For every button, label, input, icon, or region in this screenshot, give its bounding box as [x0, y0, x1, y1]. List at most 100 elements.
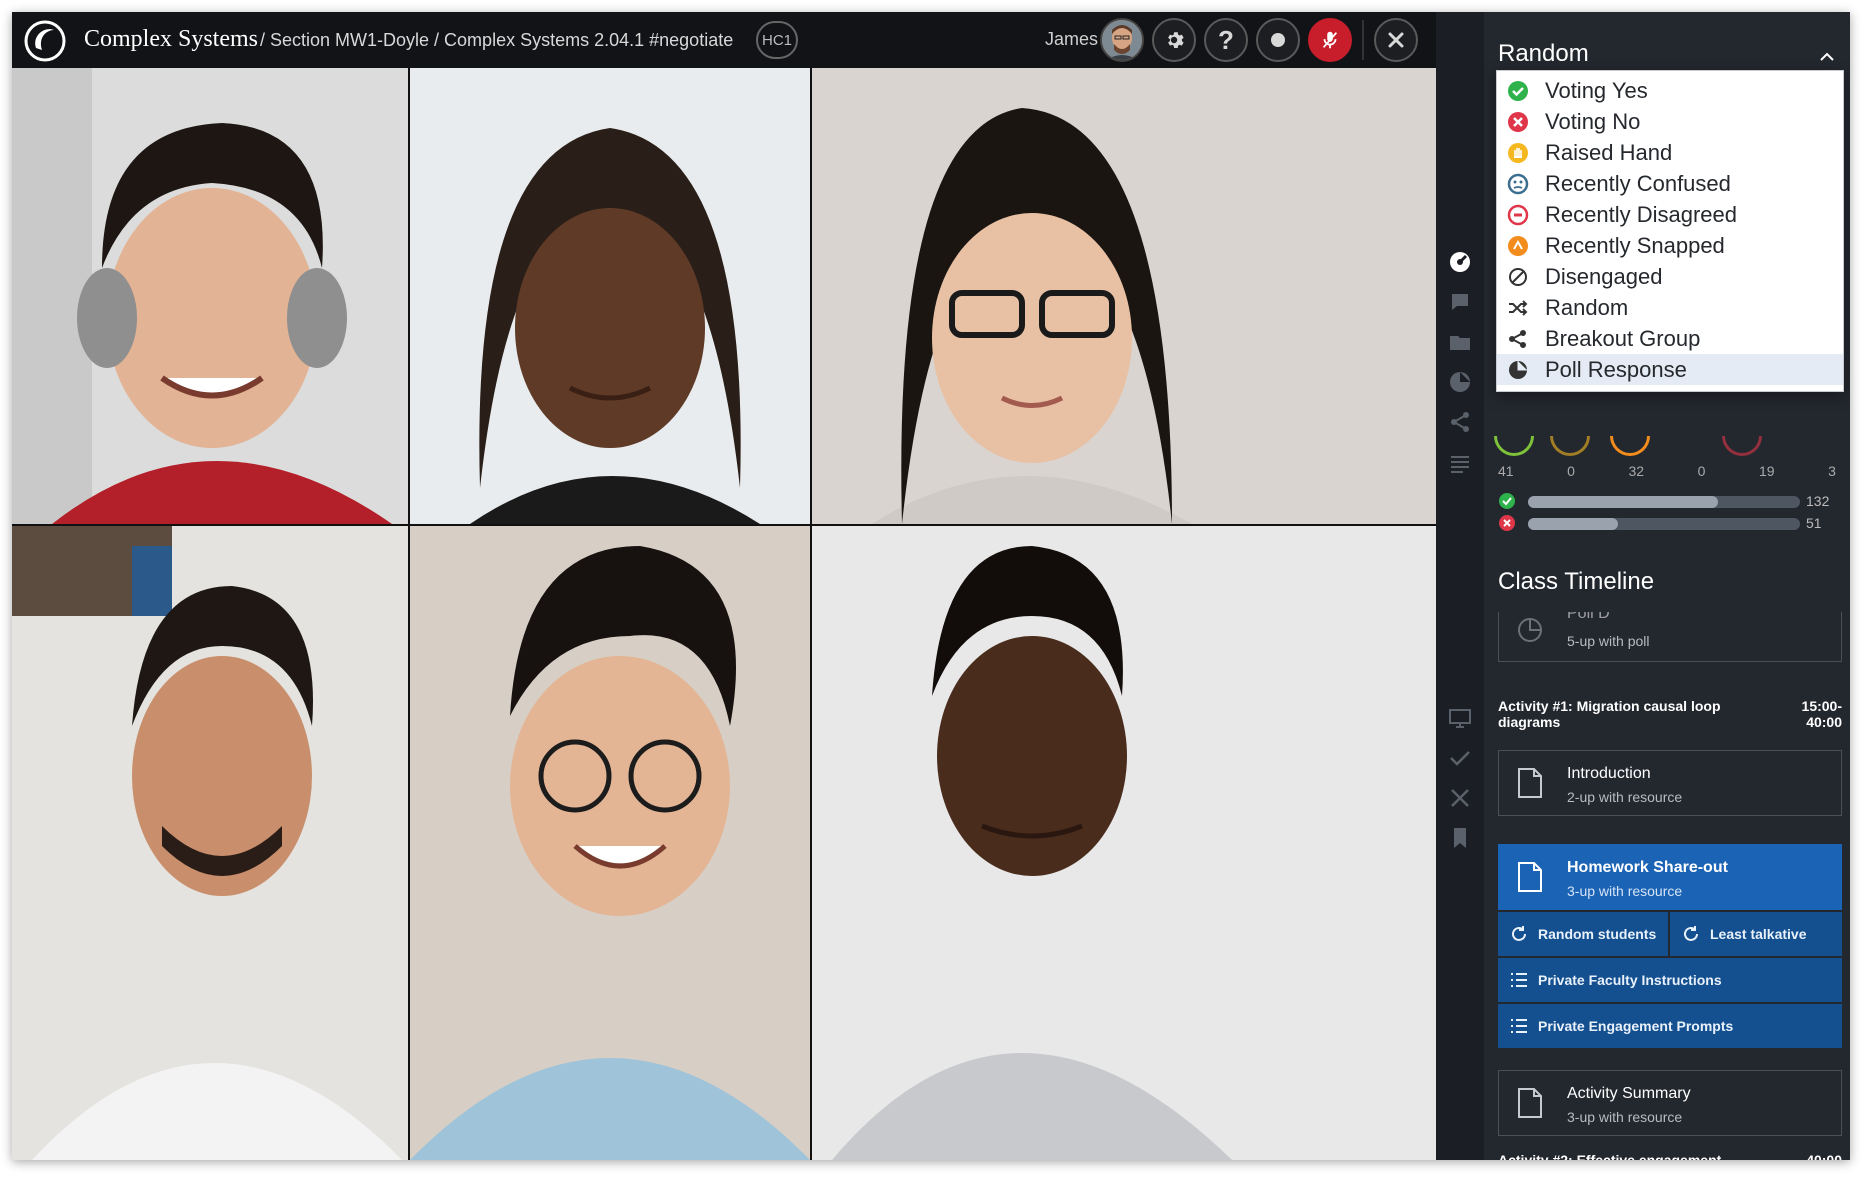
dropdown-item-poll-response[interactable]: Poll Response: [1497, 354, 1843, 385]
close-icon: [1388, 32, 1404, 48]
video-tile[interactable]: [12, 68, 408, 524]
x-circle-icon: [1499, 515, 1515, 531]
bar-track: [1528, 518, 1800, 530]
close-button[interactable]: [1374, 18, 1418, 62]
help-icon: ?: [1218, 24, 1234, 55]
pie-chart-icon: [1450, 372, 1470, 392]
least-talkative-button[interactable]: Least talkative: [1670, 912, 1842, 956]
video-tile[interactable]: [812, 526, 1436, 1160]
refresh-icon: [1512, 926, 1526, 941]
course-badge[interactable]: HC1: [756, 21, 798, 59]
stat-ring: [1610, 436, 1650, 456]
bar-track: [1528, 496, 1800, 508]
rail-files-button[interactable]: [1448, 330, 1472, 354]
rail-timeline-button[interactable]: [1448, 452, 1472, 476]
settings-icon: [1168, 32, 1184, 48]
random-students-button[interactable]: Random students: [1498, 912, 1668, 956]
dropdown-item-label: Disengaged: [1545, 263, 1663, 289]
list-icon: [1511, 1019, 1527, 1033]
bar-fill: [1528, 518, 1618, 530]
timeline-card-subtitle: 5-up with poll: [1567, 633, 1650, 649]
private-faculty-instructions[interactable]: Private Faculty Instructions: [1498, 958, 1842, 1002]
activity-title[interactable]: Activity #2: Effective engagement: [1498, 1152, 1721, 1160]
document-icon: [1518, 1088, 1542, 1118]
rail-poll-button[interactable]: [1448, 370, 1472, 394]
help-button[interactable]: ?: [1204, 18, 1248, 62]
participant-video: [812, 526, 1436, 1160]
timeline-card-subtitle: 3-up with resource: [1567, 1109, 1683, 1125]
panel-header[interactable]: Random: [1498, 40, 1589, 68]
participant-video: [12, 68, 408, 524]
rail-bookmark-button[interactable]: [1448, 826, 1472, 850]
check-icon: [1450, 751, 1470, 766]
monitor-icon: [1449, 709, 1471, 728]
x-circle-icon: [1508, 111, 1528, 132]
dropdown-item-recently-snapped[interactable]: Recently Snapped: [1497, 230, 1843, 261]
refresh-icon: [1684, 926, 1698, 941]
timeline-card-poll[interactable]: Poll D 5-up with poll: [1498, 612, 1842, 662]
app-window: Complex Systems / Section MW1-Doyle / Co…: [12, 12, 1850, 1160]
timeline-card-homework[interactable]: Homework Share-out 3-up with resource: [1498, 844, 1842, 910]
participant-video: [410, 526, 810, 1160]
video-tile[interactable]: [812, 68, 1436, 524]
mic-muted-icon: [1322, 31, 1338, 49]
timeline-card-title: Introduction: [1567, 765, 1651, 782]
timeline-card-title: Poll D: [1567, 612, 1610, 622]
participant-video: [410, 68, 810, 524]
shuffle-icon: [1509, 299, 1528, 316]
pie-chart-icon: [1518, 618, 1542, 642]
dropdown-item-recently-confused[interactable]: Recently Confused: [1497, 168, 1843, 199]
dropdown-item-recently-disagreed[interactable]: Recently Disagreed: [1497, 199, 1843, 230]
record-button[interactable]: [1256, 18, 1300, 62]
rail-breakout-button[interactable]: [1448, 410, 1472, 434]
rail-screen-button[interactable]: [1448, 706, 1472, 730]
folder-icon: [1450, 336, 1470, 350]
activity-time: 15:00-40:00: [1801, 698, 1842, 730]
video-tile[interactable]: [410, 526, 810, 1160]
dropdown-item-voting-yes[interactable]: Voting Yes: [1497, 75, 1843, 106]
vote-no-bar: 51: [1498, 514, 1828, 532]
activity-title[interactable]: Activity #1: Migration causal loop diagr…: [1498, 698, 1758, 730]
rail-chat-button[interactable]: [1448, 290, 1472, 314]
video-grid: [12, 68, 1436, 1160]
rail-engagement-button[interactable]: [1448, 250, 1472, 274]
timeline-card-subtitle: 3-up with resource: [1567, 883, 1683, 899]
stat-ring: [1550, 436, 1590, 456]
avatar[interactable]: [1100, 18, 1144, 62]
video-tile[interactable]: [410, 68, 810, 524]
timeline-card-activity-summary[interactable]: Activity Summary 3-up with resource: [1498, 1070, 1842, 1136]
dropdown-item-label: Raised Hand: [1545, 139, 1673, 165]
dropdown-item-breakout-group[interactable]: Breakout Group: [1497, 323, 1843, 354]
dropdown-item-disengaged[interactable]: Disengaged: [1497, 261, 1843, 292]
document-icon: [1518, 768, 1542, 798]
breadcrumb[interactable]: / Section MW1-Doyle / Complex Systems 2.…: [260, 30, 733, 51]
rail-check-button[interactable]: [1448, 746, 1472, 770]
check-circle-icon: [1499, 493, 1515, 509]
dropdown-item-label: Poll Response: [1545, 356, 1687, 382]
chat-icon: [1452, 294, 1468, 310]
disagree-icon: [1507, 204, 1529, 225]
record-icon: [1271, 33, 1285, 47]
chevron-up-icon[interactable]: [1818, 48, 1836, 66]
video-tile[interactable]: [12, 526, 408, 1160]
rail-cancel-button[interactable]: [1448, 786, 1472, 810]
list-icon: [1451, 456, 1469, 473]
bar-fill: [1528, 496, 1719, 508]
activity-time: 40:00: [1806, 1152, 1842, 1160]
confused-face-icon: [1507, 173, 1529, 194]
dropdown-item-label: Voting No: [1545, 108, 1641, 134]
participant-video: [12, 526, 408, 1160]
stat-value: 0: [1567, 463, 1575, 479]
disengaged-icon: [1509, 267, 1527, 286]
dropdown-item-random[interactable]: Random: [1497, 292, 1843, 323]
timeline-card-introduction[interactable]: Introduction 2-up with resource: [1498, 750, 1842, 816]
dropdown-item-raised-hand[interactable]: Raised Hand: [1497, 137, 1843, 168]
vote-yes-bar: 132: [1498, 492, 1829, 510]
settings-button[interactable]: [1152, 18, 1196, 62]
mute-button[interactable]: [1308, 18, 1352, 62]
private-engagement-prompts[interactable]: Private Engagement Prompts: [1498, 1004, 1842, 1048]
engagement-stats: 41 0 32 0 19 3: [1492, 463, 1842, 479]
stat-value: 41: [1498, 463, 1514, 479]
dropdown-item-voting-no[interactable]: Voting No: [1497, 106, 1843, 137]
x-icon: [1451, 789, 1469, 807]
